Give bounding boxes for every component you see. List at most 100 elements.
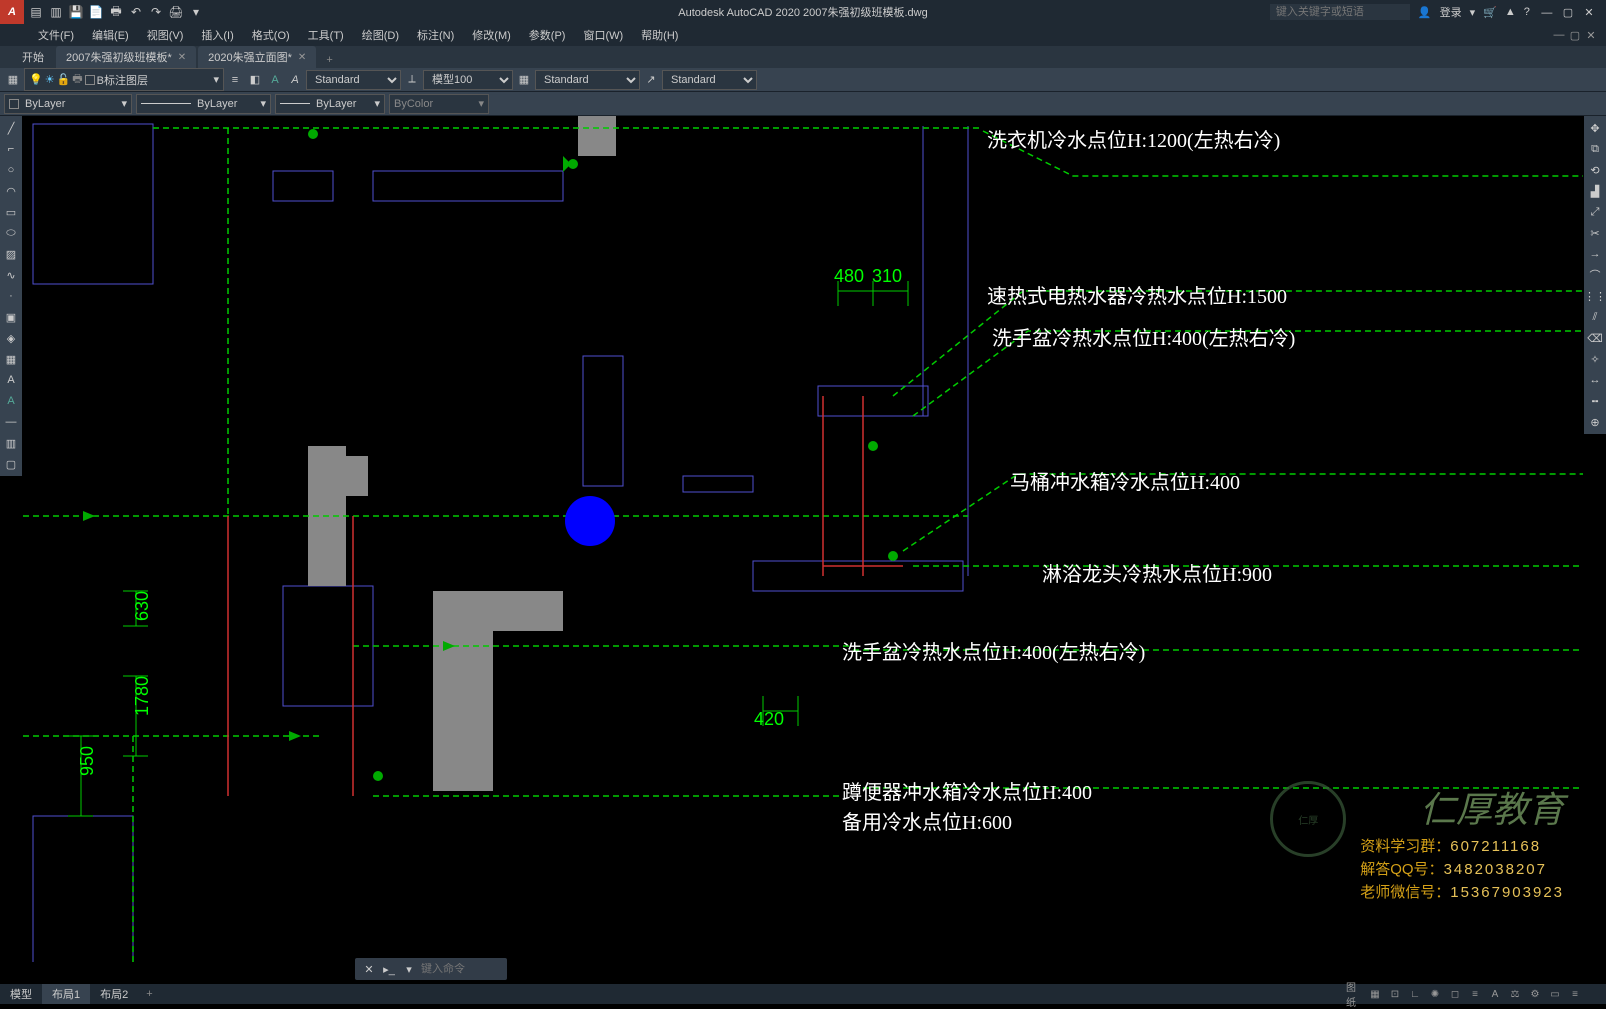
new-icon[interactable]: ▤ <box>28 4 44 20</box>
clean-icon[interactable]: ▭ <box>1546 985 1564 1003</box>
mleader-icon[interactable]: ↗ <box>642 71 660 89</box>
dropdown-icon[interactable]: ▾ <box>188 4 204 20</box>
paper-icon[interactable]: 图纸 <box>1346 985 1364 1003</box>
mtext-icon[interactable]: A <box>2 371 20 389</box>
new-tab-button[interactable]: + <box>318 52 340 68</box>
offset-icon[interactable]: ⫽ <box>1586 308 1604 326</box>
doc-max-icon[interactable]: ▢ <box>1568 29 1582 42</box>
trim-icon[interactable]: ✂ <box>1586 224 1604 242</box>
menu-parametric[interactable]: 参数(P) <box>521 25 574 45</box>
close-icon[interactable]: ✕ <box>361 963 377 976</box>
layout-tab-model[interactable]: 模型 <box>0 984 42 1004</box>
stretch-icon[interactable]: ↔ <box>1586 371 1604 389</box>
color-dropdown[interactable]: ByLayer▾ <box>4 94 132 114</box>
gradient-icon[interactable]: ▥ <box>2 434 20 452</box>
dim-scale-dropdown[interactable]: 模型100 <box>423 70 513 90</box>
osnap-icon[interactable]: ◻ <box>1446 985 1464 1003</box>
search-input[interactable] <box>1270 4 1410 20</box>
menu-draw[interactable]: 绘图(D) <box>354 25 407 45</box>
print-icon[interactable]: 🖨 <box>168 4 184 20</box>
menu-file[interactable]: 文件(F) <box>30 25 82 45</box>
menu-window[interactable]: 窗口(W) <box>575 25 631 45</box>
explode-icon[interactable]: ✧ <box>1586 350 1604 368</box>
boundary-icon[interactable]: ▢ <box>2 455 20 473</box>
anno-icon[interactable]: A <box>1486 985 1504 1003</box>
snap-icon[interactable]: ⊡ <box>1386 985 1404 1003</box>
text-style-icon[interactable]: A <box>286 71 304 89</box>
layer-match-icon[interactable]: A <box>266 71 284 89</box>
spline-icon[interactable]: ∿ <box>2 266 20 284</box>
circle-icon[interactable]: ○ <box>2 161 20 179</box>
customize-icon[interactable]: ≡ <box>1566 985 1584 1003</box>
layer-dropdown[interactable]: 💡☀🔓🖶 B标注图层 ▾ <box>24 68 224 91</box>
hatch-icon[interactable]: ▨ <box>2 245 20 263</box>
workspace-icon[interactable]: ⚙ <box>1526 985 1544 1003</box>
cart-icon[interactable]: 🛒 <box>1483 6 1497 19</box>
command-line[interactable]: ✕ ▸_ ▾ <box>355 958 507 980</box>
break-icon[interactable]: ╍ <box>1586 392 1604 410</box>
move-icon[interactable]: ✥ <box>1586 119 1604 137</box>
line-icon[interactable]: ╱ <box>2 119 20 137</box>
drawing-canvas[interactable]: 洗衣机冷水点位H:1200(左热右冷) 速热式电热水器冷热水点位H:1500 洗… <box>22 116 1584 962</box>
ellipse-icon[interactable]: ⬭ <box>2 224 20 242</box>
linetype-dropdown[interactable]: ByLayer▾ <box>136 94 271 114</box>
layer-iso-icon[interactable]: ◧ <box>246 71 264 89</box>
menu-dimension[interactable]: 标注(N) <box>409 25 462 45</box>
copy-icon[interactable]: ⧉ <box>1586 140 1604 158</box>
autodesk-icon[interactable]: ▲ <box>1505 6 1516 18</box>
polyline-icon[interactable]: ⌐ <box>2 140 20 158</box>
menu-tools[interactable]: 工具(T) <box>300 25 352 45</box>
menu-edit[interactable]: 编辑(E) <box>84 25 137 45</box>
extend-icon[interactable]: → <box>1586 245 1604 263</box>
polar-icon[interactable]: ✺ <box>1426 985 1444 1003</box>
recent-icon[interactable]: ▾ <box>401 963 417 976</box>
tab-file-1[interactable]: 2007朱强初级班模板*✕ <box>56 46 196 68</box>
open-icon[interactable]: ▥ <box>48 4 64 20</box>
app-logo[interactable]: A <box>0 0 24 24</box>
close-icon[interactable]: ✕ <box>178 52 186 63</box>
command-input[interactable] <box>421 963 501 975</box>
layer-props-icon[interactable]: ▦ <box>4 71 22 89</box>
tab-file-2[interactable]: 2020朱强立面图*✕ <box>198 46 316 68</box>
plotstyle-dropdown[interactable]: ByColor▾ <box>389 94 489 114</box>
lwt-icon[interactable]: ≡ <box>1466 985 1484 1003</box>
dim-style-dropdown[interactable]: Standard <box>535 70 640 90</box>
doc-min-icon[interactable]: — <box>1552 29 1566 42</box>
array-icon[interactable]: ⋮⋮ <box>1586 287 1604 305</box>
plot-icon[interactable]: 🖶 <box>108 4 124 20</box>
block-icon[interactable]: ▣ <box>2 308 20 326</box>
lineweight-dropdown[interactable]: ByLayer▾ <box>275 94 385 114</box>
minimize-button[interactable]: — <box>1538 7 1556 19</box>
text-icon[interactable]: A <box>2 392 20 410</box>
table-icon[interactable]: ▦ <box>2 350 20 368</box>
scale-icon[interactable]: ⤢ <box>1586 203 1604 221</box>
region-icon[interactable]: ◈ <box>2 329 20 347</box>
menu-help[interactable]: 帮助(H) <box>633 25 686 45</box>
mleader-style-dropdown[interactable]: Standard <box>662 70 757 90</box>
erase-icon[interactable]: ⌫ <box>1586 329 1604 347</box>
redo-icon[interactable]: ↷ <box>148 4 164 20</box>
layer-state-icon[interactable]: ≡ <box>226 71 244 89</box>
app-exchange-icon[interactable]: ▾ <box>1470 6 1476 19</box>
scale-icon[interactable]: ⚖ <box>1506 985 1524 1003</box>
tab-start[interactable]: 开始 <box>12 46 54 68</box>
grid-icon[interactable]: ▦ <box>1366 985 1384 1003</box>
ortho-icon[interactable]: ∟ <box>1406 985 1424 1003</box>
maximize-button[interactable]: ▢ <box>1559 6 1577 19</box>
text-style-dropdown[interactable]: Standard <box>306 70 401 90</box>
add-layout-button[interactable]: + <box>138 986 160 1002</box>
signin-icon[interactable]: 👤 <box>1418 6 1432 19</box>
menu-insert[interactable]: 插入(I) <box>193 25 241 45</box>
point-icon[interactable]: · <box>2 287 20 305</box>
menu-modify[interactable]: 修改(M) <box>464 25 519 45</box>
close-button[interactable]: ✕ <box>1580 6 1598 19</box>
table-style-icon[interactable]: ▦ <box>515 71 533 89</box>
menu-view[interactable]: 视图(V) <box>139 25 192 45</box>
undo-icon[interactable]: ↶ <box>128 4 144 20</box>
help-icon[interactable]: ? <box>1524 6 1530 18</box>
save-icon[interactable]: 💾 <box>68 4 84 20</box>
saveas-icon[interactable]: 📄 <box>88 4 104 20</box>
arc-icon[interactable]: ◠ <box>2 182 20 200</box>
rectangle-icon[interactable]: ▭ <box>2 203 20 221</box>
layout-tab-1[interactable]: 布局1 <box>42 984 90 1004</box>
